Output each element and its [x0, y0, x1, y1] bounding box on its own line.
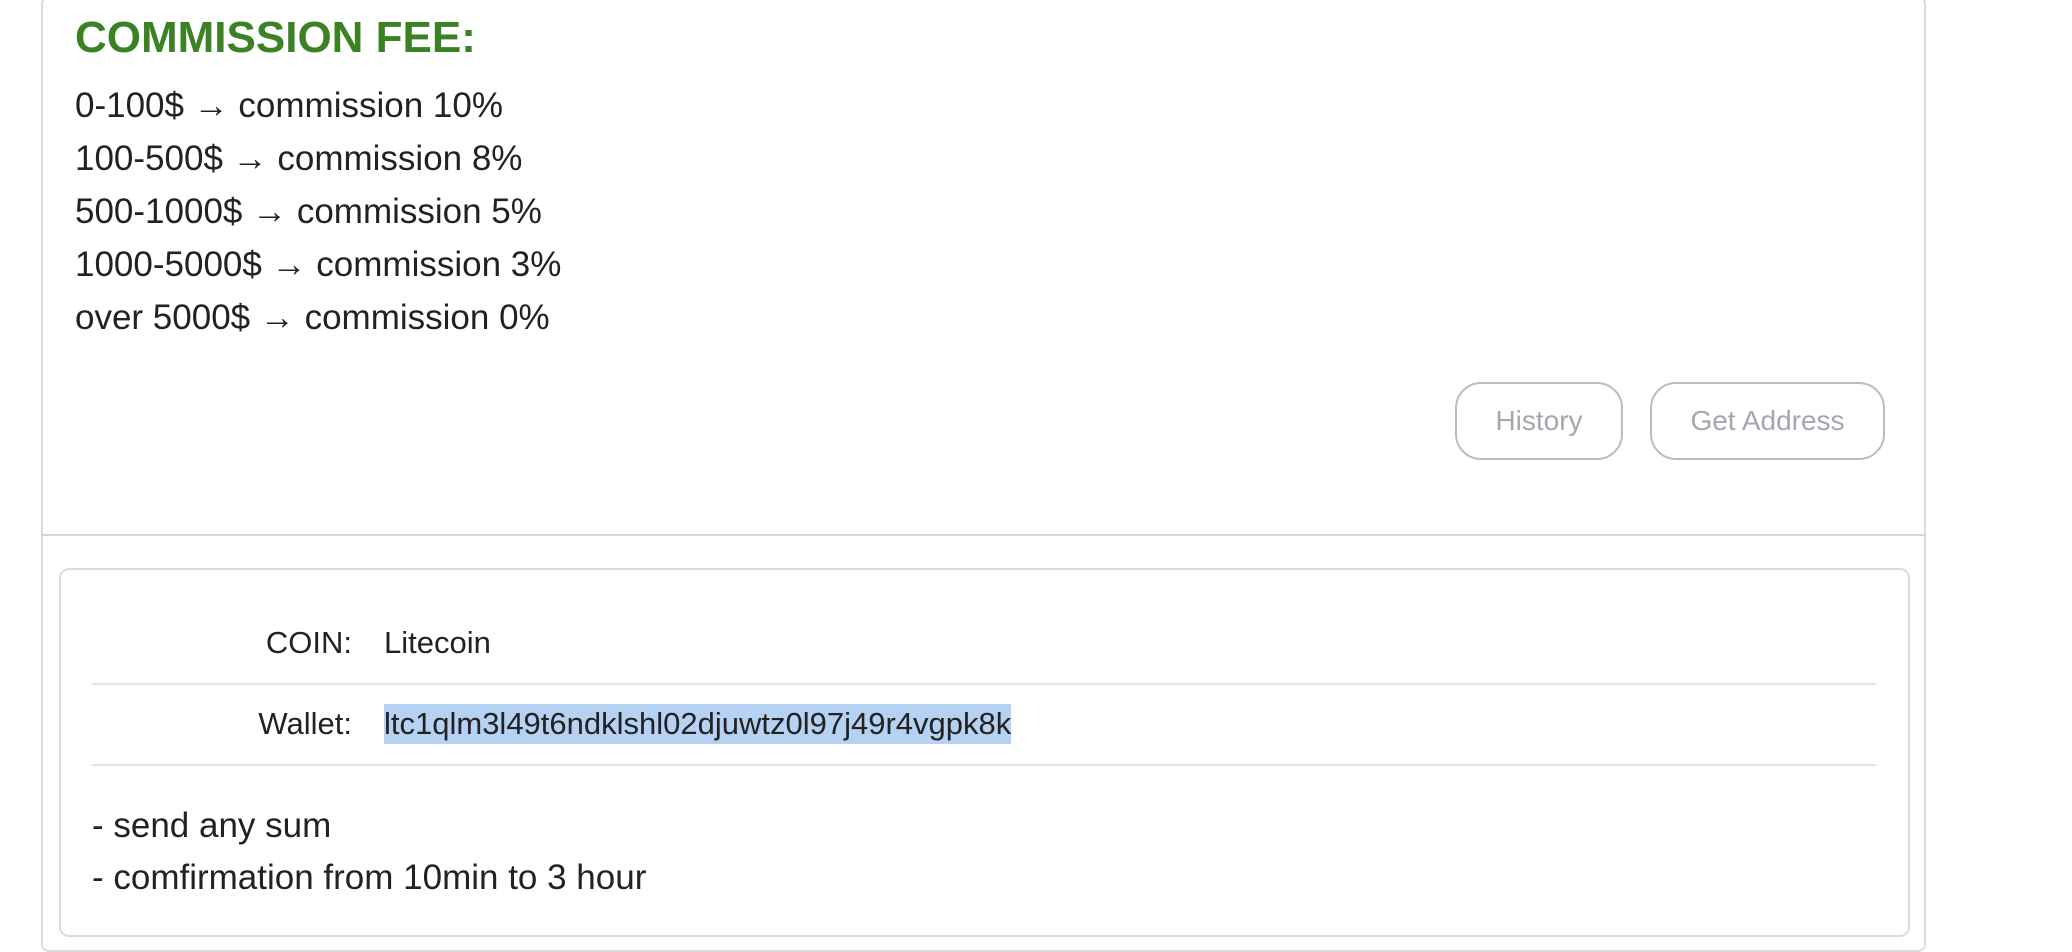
coin-row: COIN: Litecoin	[92, 603, 1876, 685]
commission-tier-item: 0-100$ → commission 10%	[75, 86, 503, 125]
wallet-row: Wallet: ltc1qlm3l49t6ndklshl02djuwtz0l97…	[92, 684, 1876, 766]
note-item: - send any sum	[92, 806, 332, 845]
wallet-label: Wallet:	[258, 706, 352, 741]
coin-value: Litecoin	[384, 625, 491, 660]
commission-tier-item: 100-500$ → commission 8%	[75, 139, 523, 178]
section-divider	[41, 534, 1926, 536]
commission-tier-item: over 5000$ → commission 0%	[75, 298, 550, 337]
commission-tier-item: 1000-5000$ → commission 3%	[75, 245, 562, 284]
coin-label: COIN:	[265, 625, 352, 660]
commission-tier-item: 500-1000$ → commission 5%	[75, 192, 542, 231]
get-address-button[interactable]: Get Address	[1650, 382, 1885, 460]
deposit-notes: - send any sum - comfirmation from 10min…	[92, 800, 646, 904]
commission-fee-title: COMMISSION FEE:	[75, 13, 476, 62]
history-button[interactable]: History	[1455, 382, 1623, 460]
wallet-address[interactable]: ltc1qlm3l49t6ndklshl02djuwtz0l97j49r4vgp…	[384, 704, 1012, 744]
note-item: - comfirmation from 10min to 3 hour	[92, 858, 647, 897]
commission-tier-list: 0-100$ → commission 10% 100-500$ → commi…	[75, 79, 561, 344]
